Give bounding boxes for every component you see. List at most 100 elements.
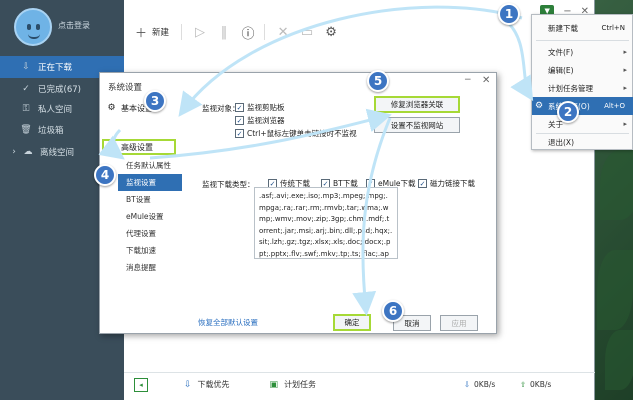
pause-icon[interactable]: ‖ bbox=[216, 24, 232, 40]
sidebar-item-label: 垃圾箱 bbox=[38, 126, 64, 136]
sidebar-item-label: 私人空间 bbox=[38, 105, 73, 115]
delete-icon[interactable]: ✕ bbox=[275, 24, 291, 40]
lock-icon: ⚿ bbox=[22, 104, 30, 114]
menu-item-new-download[interactable]: 新建下载 Ctrl+N bbox=[532, 19, 633, 37]
toolbar-divider bbox=[181, 24, 183, 40]
apply-button[interactable]: 应用 bbox=[440, 315, 478, 331]
menu-shortcut: Alt+O bbox=[604, 102, 625, 110]
new-button[interactable]: ＋ 新建 bbox=[134, 25, 170, 40]
down-speed-icon: ⇩ bbox=[464, 380, 471, 389]
ok-button[interactable]: 确定 bbox=[333, 314, 371, 331]
folder-icon[interactable]: ▭ bbox=[299, 24, 315, 40]
leaf-decoration bbox=[605, 330, 633, 390]
menu-item-label: 文件(F) bbox=[548, 47, 574, 57]
screenshot: 点击登录 ⇩ 正在下载 ✓ 已完成(67) ⚿ 私人空间 🗑 垃圾箱 › ☁ 离… bbox=[0, 0, 633, 400]
repair-browser-button[interactable]: 修复浏览器关联 bbox=[374, 96, 460, 113]
up-speed-icon: ⇧ bbox=[520, 380, 527, 389]
checkbox-box: ✓ bbox=[235, 103, 244, 112]
checkbox-monitor-clipboard[interactable]: ✓ 监视剪贴板 bbox=[235, 102, 285, 113]
schedule-icon: ▣ bbox=[269, 379, 279, 390]
nav-advanced-settings[interactable]: ⓘ 高级设置 bbox=[106, 138, 182, 156]
monitor-label: 监视对象： bbox=[202, 104, 240, 113]
menu-item-label: 新建下载 bbox=[548, 23, 578, 33]
callout-3: 3 bbox=[144, 90, 166, 112]
sidebar-item-label: 已完成(67) bbox=[38, 85, 81, 95]
sidebar-item-label: 离线空间 bbox=[40, 148, 75, 158]
schedule-label[interactable]: 计划任务 bbox=[284, 379, 316, 390]
checkbox-box: ✓ bbox=[418, 179, 427, 188]
collapse-icon[interactable]: ◂ bbox=[134, 377, 148, 392]
menu-divider bbox=[536, 40, 629, 41]
no-monitor-sites-button[interactable]: 设置不监视网站 bbox=[374, 117, 460, 133]
download-types-label: 监视下载类型： bbox=[202, 180, 255, 189]
gear-icon[interactable]: ⚙ bbox=[323, 24, 339, 40]
checkbox-ctrl-click[interactable]: ✓ Ctrl+鼠标左键单击链接时不监视 bbox=[235, 128, 357, 139]
avatar-eye bbox=[36, 24, 40, 30]
checkbox-label: Ctrl+鼠标左键单击链接时不监视 bbox=[247, 129, 357, 138]
nav-notifications[interactable]: 消息提醒 bbox=[126, 259, 182, 276]
checkbox-label: 磁力链接下载 bbox=[430, 179, 475, 188]
download-priority-label[interactable]: 下载优先 bbox=[198, 379, 230, 390]
menu-shortcut: Ctrl+N bbox=[601, 24, 625, 32]
checkbox-box: ✓ bbox=[235, 129, 244, 138]
cloud-icon: ☁ bbox=[23, 147, 33, 157]
up-speed: 0KB/s bbox=[530, 380, 552, 389]
checkbox-monitor-browser[interactable]: ✓ 监视浏览器 bbox=[235, 115, 285, 126]
callout-2: 2 bbox=[557, 101, 579, 123]
settings-nav: ⚙ 基本设置 ⓘ 高级设置 任务默认属性 监视设置 BT设置 eMule设置 代… bbox=[100, 95, 182, 335]
restore-defaults-link[interactable]: 恢复全部默认设置 bbox=[198, 317, 258, 328]
nav-bt-settings[interactable]: BT设置 bbox=[126, 191, 182, 208]
info-circle-icon: ⓘ bbox=[106, 143, 116, 154]
checkbox-magnet[interactable]: ✓ 磁力链接下载 bbox=[418, 178, 475, 189]
menu-item-settings[interactable]: ⚙ 系统设置(O) Alt+O bbox=[532, 97, 633, 115]
callout-1: 1 bbox=[498, 3, 520, 25]
avatar[interactable] bbox=[14, 8, 52, 46]
login-link[interactable]: 点击登录 bbox=[58, 20, 90, 31]
close-icon[interactable]: ✕ bbox=[482, 75, 490, 86]
nav-label: 高级设置 bbox=[121, 142, 153, 152]
menu-item-label: 计划任务管理 bbox=[548, 83, 593, 93]
down-speed: 0KB/s bbox=[474, 380, 496, 389]
menu-item-label: 退出(X) bbox=[548, 137, 574, 147]
minimize-icon[interactable]: − bbox=[464, 75, 472, 85]
menu-item-exit[interactable]: 退出(X) bbox=[532, 133, 633, 151]
callout-4: 4 bbox=[94, 164, 116, 186]
checkbox-label: 监视剪贴板 bbox=[247, 103, 285, 112]
avatar-eye bbox=[27, 24, 31, 30]
nav-monitor-settings[interactable]: 监视设置 bbox=[118, 174, 182, 191]
toolbar-divider bbox=[264, 24, 266, 40]
info-icon[interactable]: ⓘ bbox=[240, 24, 256, 42]
trash-icon: 🗑 bbox=[20, 125, 32, 135]
nav-emule-settings[interactable]: eMule设置 bbox=[126, 208, 182, 225]
extensions-textarea[interactable]: .asf;.avi;.exe;.iso;.mp3;.mpeg;.mpg;.mpg… bbox=[254, 187, 398, 259]
toolbar: ＋ 新建 ▷ ‖ ⓘ ✕ ▭ ⚙ bbox=[124, 18, 534, 46]
callout-6: 6 bbox=[382, 300, 404, 322]
download-icon: ⇩ bbox=[22, 62, 30, 72]
leaf-decoration bbox=[600, 150, 633, 220]
menu-item-edit[interactable]: 编辑(E) ▸ bbox=[532, 61, 633, 79]
sidebar-item-label: 正在下载 bbox=[38, 63, 73, 73]
menu-item-schedule[interactable]: 计划任务管理 ▸ bbox=[532, 79, 633, 97]
plus-icon: ＋ bbox=[134, 25, 147, 40]
play-icon[interactable]: ▷ bbox=[192, 24, 208, 40]
nav-download-accel[interactable]: 下载加速 bbox=[126, 242, 182, 259]
main-menu: 新建下载 Ctrl+N 文件(F) ▸ 编辑(E) ▸ 计划任务管理 ▸ ⚙ 系… bbox=[531, 14, 633, 150]
gear-icon: ⚙ bbox=[535, 101, 544, 111]
callout-5: 5 bbox=[367, 70, 389, 92]
leaf-decoration bbox=[597, 250, 633, 330]
menu-item-file[interactable]: 文件(F) ▸ bbox=[532, 43, 633, 61]
chevron-right-icon: › bbox=[12, 147, 16, 157]
avatar-mouth bbox=[28, 34, 40, 39]
submenu-arrow-icon: ▸ bbox=[623, 120, 627, 128]
nav-proxy-settings[interactable]: 代理设置 bbox=[126, 225, 182, 242]
gear-icon: ⚙ bbox=[107, 103, 116, 113]
submenu-arrow-icon: ▸ bbox=[623, 48, 627, 56]
new-button-label: 新建 bbox=[152, 28, 170, 38]
menu-item-about[interactable]: 关于 ▸ bbox=[532, 115, 633, 133]
submenu-arrow-icon: ▸ bbox=[623, 66, 627, 74]
check-circle-icon: ✓ bbox=[22, 84, 30, 94]
status-bar: ◂ ⇩ 下载优先 ▣ 计划任务 ⇩ 0KB/s ⇧ 0KB/s bbox=[124, 372, 595, 396]
dialog-title: 系统设置 bbox=[108, 83, 143, 93]
nav-task-defaults[interactable]: 任务默认属性 bbox=[126, 157, 182, 174]
download-priority-icon: ⇩ bbox=[184, 379, 192, 390]
